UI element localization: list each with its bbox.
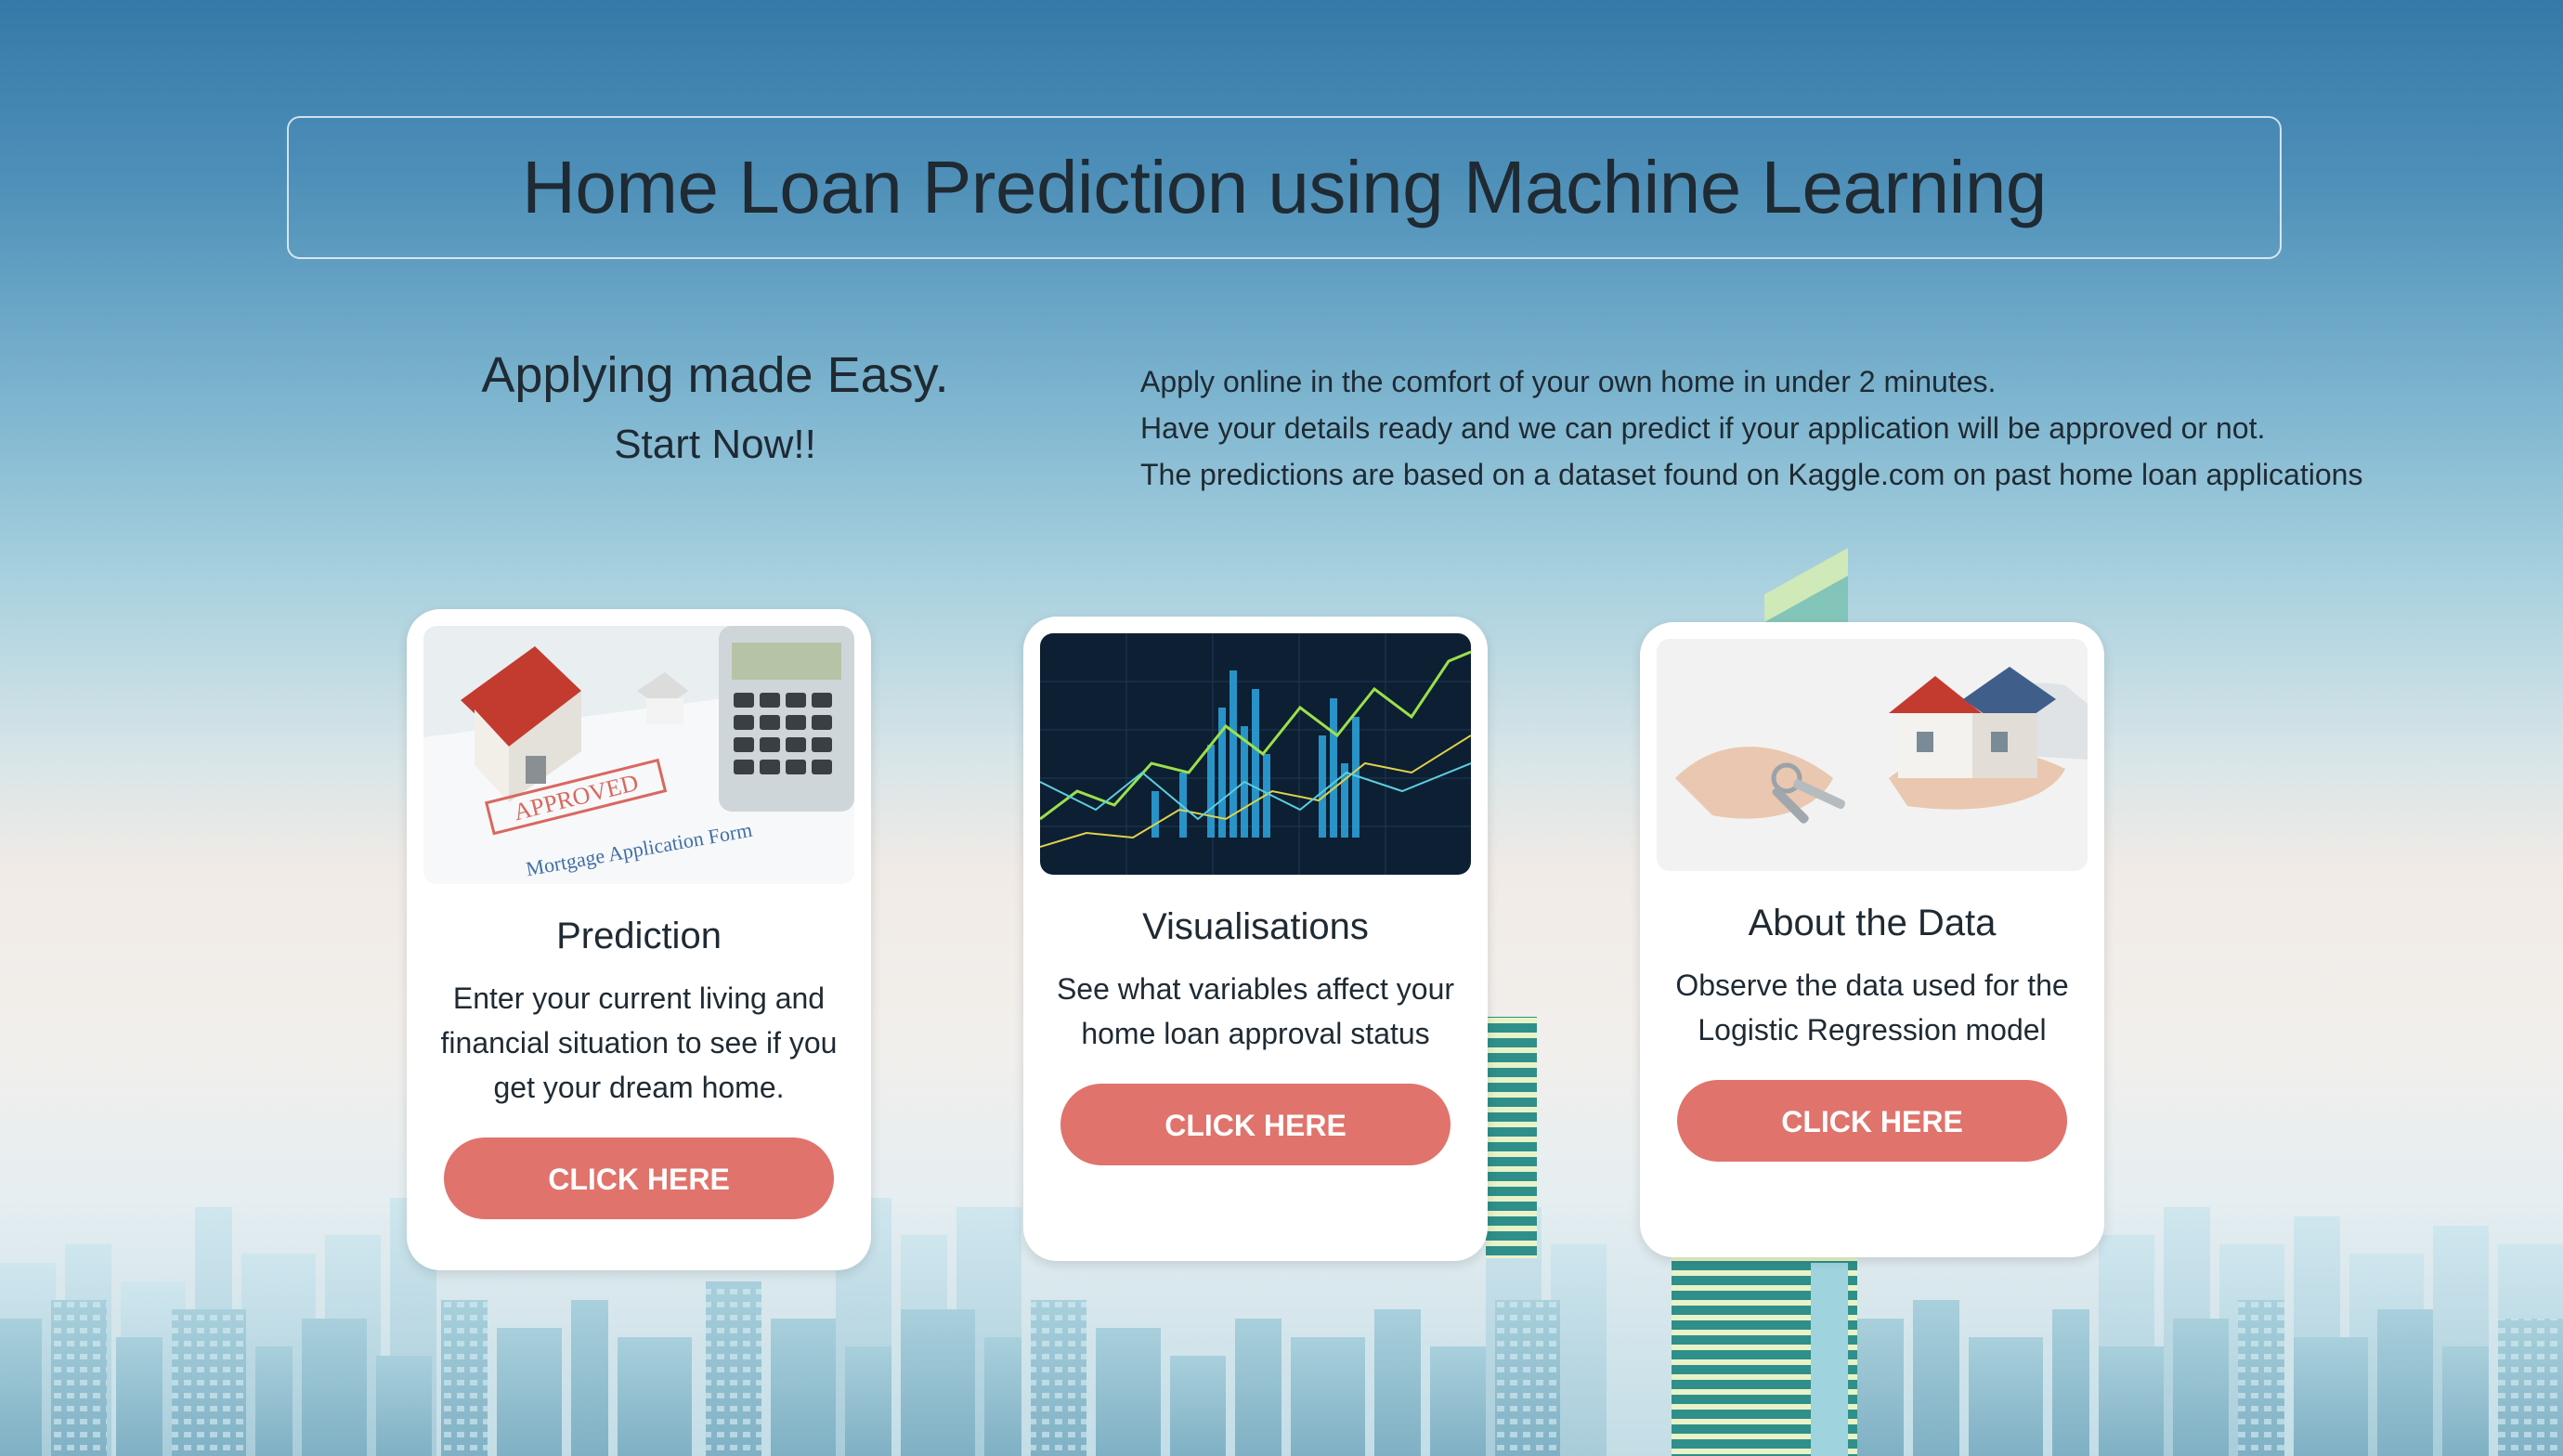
card-description: Observe the data used for the Logistic R… xyxy=(1675,968,2069,1046)
card-description: See what variables affect your home loan… xyxy=(1056,972,1455,1050)
stock-chart-image xyxy=(1040,633,1471,875)
tagline: Applying made Easy. Start Now!! xyxy=(353,339,1077,478)
about-data-card: About the Data Observe the data used for… xyxy=(1640,622,2104,1257)
prediction-click-here-button[interactable]: CLICK HERE xyxy=(444,1138,834,1219)
page-title-box: Home Loan Prediction using Machine Learn… xyxy=(287,116,2282,259)
card-description: Enter your current living and financial … xyxy=(440,982,838,1104)
hands-house-keys-image xyxy=(1657,639,2088,871)
mortgage-form-image: APPROVED Mortgage Application Form xyxy=(423,626,854,884)
intro-line: The predictions are based on a dataset f… xyxy=(1140,458,2363,491)
visualisations-click-here-button[interactable]: CLICK HERE xyxy=(1060,1084,1451,1165)
card-title: About the Data xyxy=(1748,903,1997,943)
about-data-click-here-button[interactable]: CLICK HERE xyxy=(1677,1080,2067,1162)
page-title: Home Loan Prediction using Machine Learn… xyxy=(522,146,2047,228)
card-title: Visualisations xyxy=(1142,906,1369,947)
intro-line: Have your details ready and we can predi… xyxy=(1140,411,2266,445)
tagline-heading: Applying made Easy. xyxy=(481,347,949,403)
tagline-subheading: Start Now!! xyxy=(614,422,816,467)
intro-line: Apply online in the comfort of your own … xyxy=(1140,365,1997,398)
card-title: Prediction xyxy=(556,916,722,956)
intro-text: Apply online in the comfort of your own … xyxy=(1140,358,2533,498)
prediction-card: APPROVED Mortgage Application Form Predi… xyxy=(407,609,871,1270)
visualisations-card: Visualisations See what variables affect… xyxy=(1023,617,1488,1261)
